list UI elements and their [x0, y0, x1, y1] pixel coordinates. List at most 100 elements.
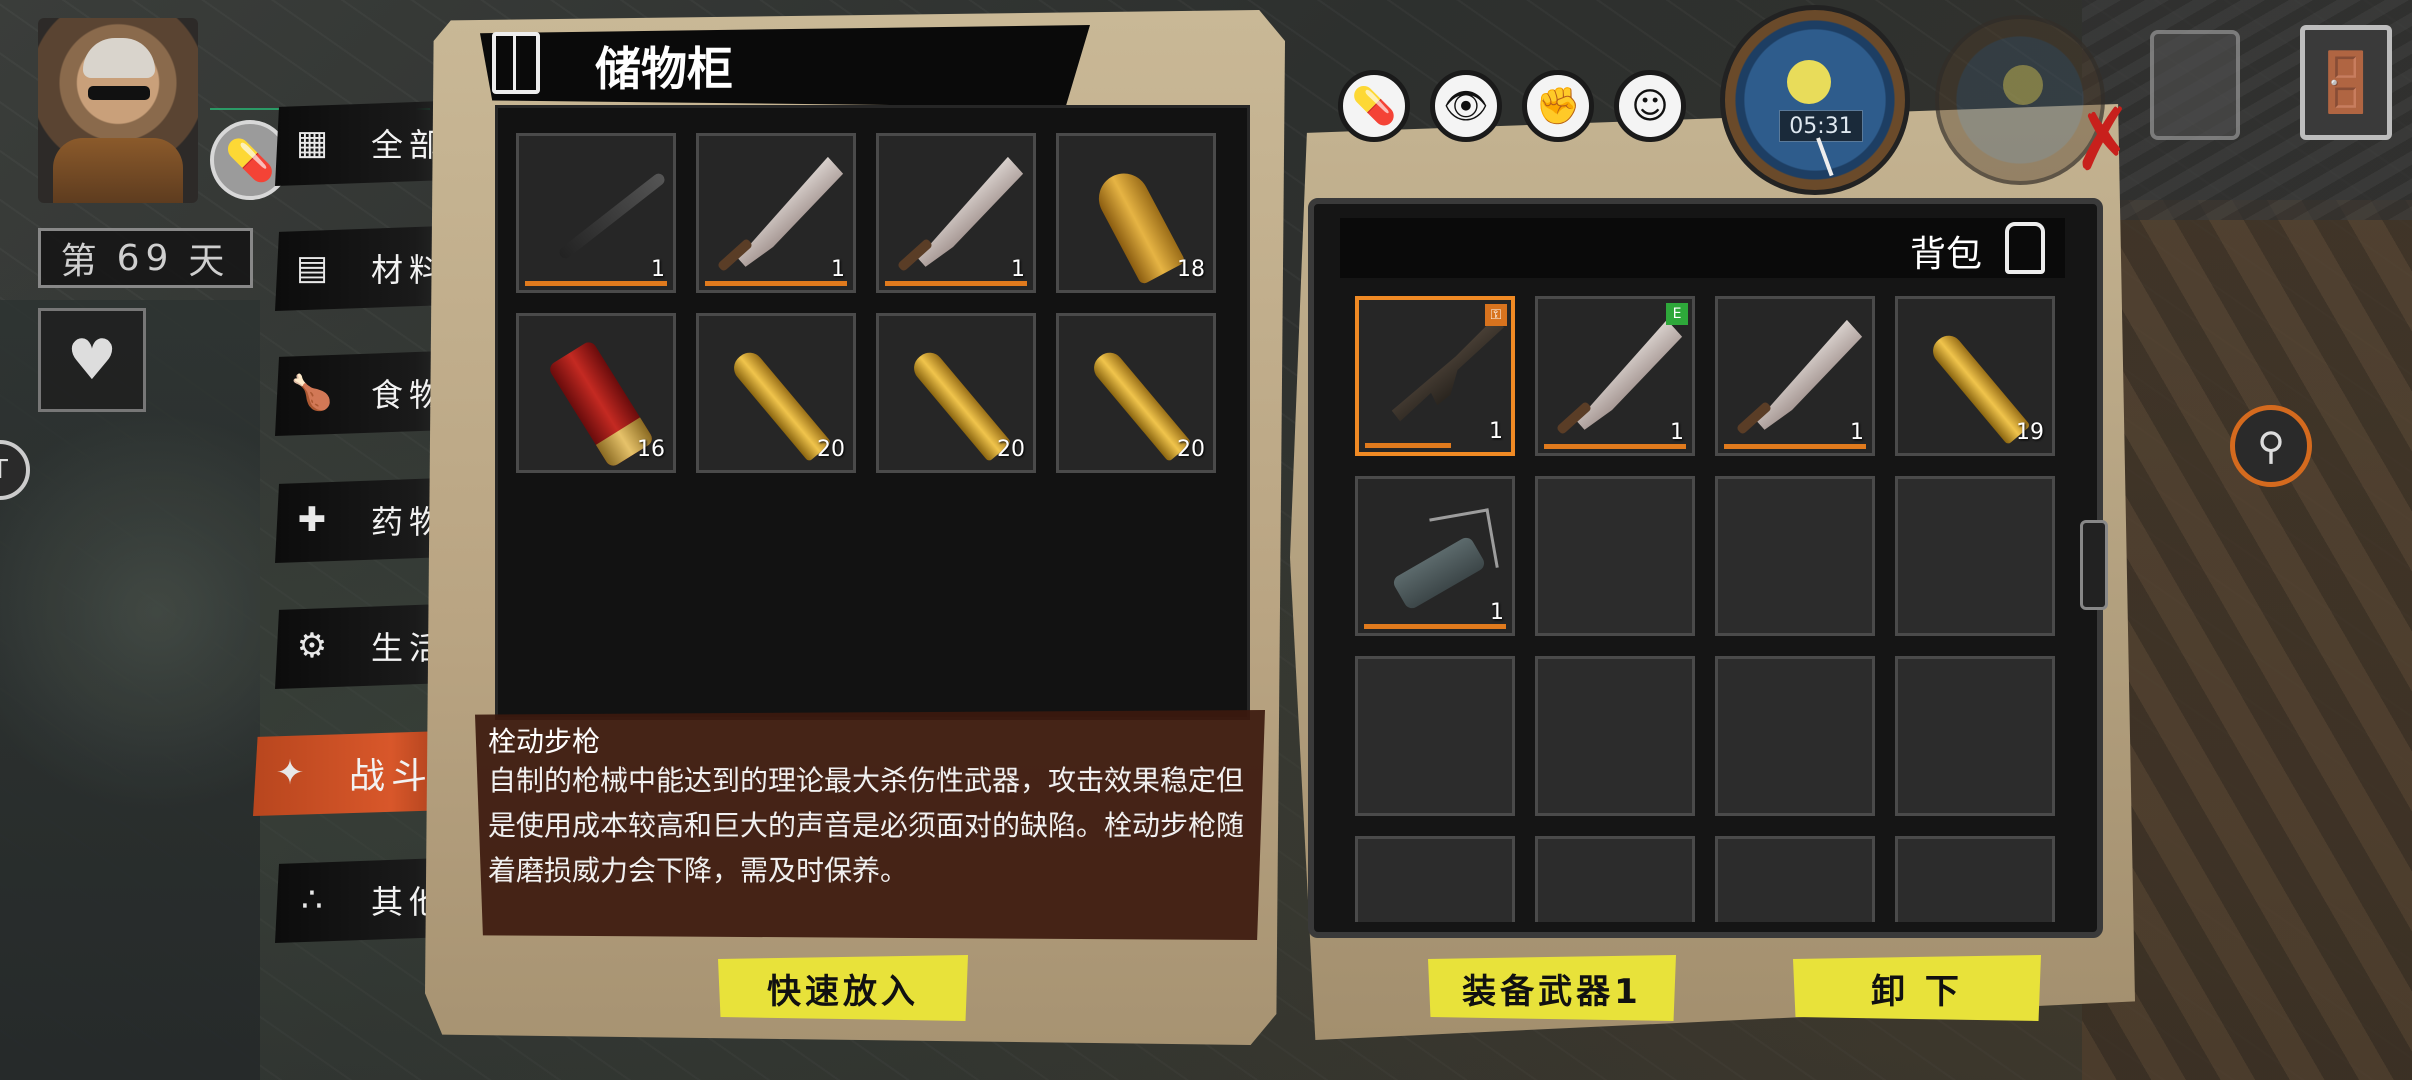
portrait-coat	[53, 138, 183, 203]
item-count: 1	[1489, 419, 1503, 444]
pill-status-icon[interactable]: 💊	[1338, 70, 1410, 142]
fist-status-icon[interactable]: ✊	[1522, 70, 1594, 142]
status-icons: 💊 👁 ✊ ☺	[1338, 70, 1686, 142]
exit-door-icon[interactable]: 🚪	[2300, 25, 2392, 140]
equip-weapon-button[interactable]: 装备武器1	[1428, 955, 1676, 1021]
item-count: 1	[1850, 420, 1864, 445]
durability-bar	[1365, 443, 1451, 448]
storage-slot-machete[interactable]: 1	[696, 133, 856, 293]
item-description-text: 自制的枪械中能达到的理论最大杀伤性武器，攻击效果稳定但是使用成本较高和巨大的声音…	[488, 764, 1245, 887]
rifle-round-icon	[895, 332, 1017, 463]
backpack-slot-empty[interactable]	[1355, 836, 1515, 922]
sun-icon	[2003, 65, 2043, 105]
day-prefix: 第	[60, 241, 103, 282]
backpack-slot-empty[interactable]	[1535, 836, 1695, 922]
item-count: 20	[1177, 437, 1205, 462]
heart-icon[interactable]: ♥	[38, 308, 146, 412]
machete-icon	[1554, 315, 1676, 437]
durability-bar	[1724, 444, 1866, 449]
durability-bar	[705, 281, 847, 286]
backpack-slot-rifle-round[interactable]: 19	[1895, 296, 2055, 456]
backpack-slot-empty[interactable]	[1355, 656, 1515, 816]
backpack-slot-bolt-action-rifle[interactable]: ⚿ 1	[1355, 296, 1515, 456]
quick-store-label: 快速放入	[767, 971, 919, 1012]
life-icon: ⚙	[296, 626, 334, 666]
durability-bar	[525, 281, 667, 286]
tab-label: 战斗	[349, 756, 434, 797]
item-count: 18	[1177, 257, 1205, 282]
backpack-slot-empty[interactable]	[1535, 656, 1695, 816]
left-background	[0, 300, 260, 1080]
backpack-slot-empty[interactable]	[1895, 656, 2055, 816]
item-count: 1	[1011, 257, 1025, 282]
item-count: 1	[831, 257, 845, 282]
baseball-bat-icon	[535, 152, 667, 274]
backpack-slot-empty[interactable]	[1715, 836, 1875, 922]
materials-icon: ▤	[295, 248, 335, 288]
close-icon[interactable]: ✗	[2064, 89, 2143, 190]
backpack-slot-empty[interactable]	[1895, 476, 2055, 636]
item-description-title: 栓动步枪	[488, 725, 601, 758]
backpack-grid: ⚿ 1 E 1 1 19 1	[1335, 290, 2070, 922]
lockpick-icon	[1374, 495, 1499, 617]
equip-weapon-label: 装备武器1	[1462, 971, 1642, 1012]
item-count: 20	[997, 437, 1025, 462]
grid-icon: ▦	[295, 123, 335, 163]
storage-slot-shotgun-shell[interactable]: 16	[516, 313, 676, 473]
unequip-label: 卸 下	[1871, 971, 1963, 1012]
machete-icon	[895, 152, 1017, 274]
pistol-icon: ✦	[275, 753, 311, 793]
backpack-slot-lockpick[interactable]: 1	[1355, 476, 1515, 636]
storage-slot-pistol-bullet[interactable]: 18	[1056, 133, 1216, 293]
item-count: 1	[651, 257, 665, 282]
shotgun-shell-icon	[535, 332, 657, 469]
durability-bar	[885, 281, 1027, 286]
storage-slot-baseball-bat[interactable]: 1	[516, 133, 676, 293]
storage-slot-rifle-round[interactable]: 20	[1056, 313, 1216, 473]
day-number: 69	[116, 237, 175, 279]
mood-status-icon[interactable]: ☺	[1614, 70, 1686, 142]
storage-slot-machete[interactable]: 1	[876, 133, 1036, 293]
item-count: 1	[1490, 600, 1504, 625]
water-tap-icon[interactable]: ⚲	[2230, 405, 2312, 487]
food-icon: 🍗	[290, 373, 340, 413]
item-count: 19	[2016, 420, 2044, 445]
character-portrait[interactable]	[38, 18, 198, 203]
medicine-icon: ✚	[297, 500, 333, 540]
backpack-scroll-handle[interactable]	[2080, 520, 2108, 610]
rifle-icon	[1375, 316, 1495, 436]
backpack-slot-machete[interactable]: 1	[1715, 296, 1875, 456]
backpack-slot-empty[interactable]	[1715, 656, 1875, 816]
portrait-glasses	[88, 86, 150, 100]
eye-status-icon[interactable]: 👁	[1430, 70, 1502, 142]
machete-icon	[715, 152, 837, 274]
cabinet-icon	[492, 32, 540, 94]
backpack-slot-empty[interactable]	[1535, 476, 1695, 636]
quick-store-button[interactable]: 快速放入	[718, 955, 968, 1021]
equipped-badge: E	[1666, 303, 1688, 325]
clock-hand	[1816, 137, 1834, 177]
storage-title: 储物柜	[480, 25, 1090, 107]
item-count: 20	[817, 437, 845, 462]
storage-slot-rifle-round[interactable]: 20	[696, 313, 856, 473]
unequip-button[interactable]: 卸 下	[1793, 955, 2041, 1021]
day-clock: 05:31	[1720, 5, 1910, 195]
item-count: 1	[1670, 420, 1684, 445]
rifle-round-icon	[1914, 315, 2036, 446]
machete-icon	[1734, 315, 1856, 437]
day-suffix: 天	[188, 241, 231, 282]
backpack-slot-empty[interactable]	[1715, 476, 1875, 636]
durability-bar	[1364, 624, 1506, 629]
item-count: 16	[637, 437, 665, 462]
rifle-round-icon	[1075, 332, 1197, 463]
rifle-round-icon	[715, 332, 837, 463]
day-counter: 第 69 天	[38, 228, 253, 288]
backpack-slot-machete[interactable]: E 1	[1535, 296, 1695, 456]
bullet-icon	[1075, 152, 1197, 286]
clock-time: 05:31	[1779, 110, 1863, 142]
backpack-icon	[2005, 222, 2045, 274]
storage-title-text: 储物柜	[595, 42, 733, 96]
backpack-slot-empty[interactable]	[1895, 836, 2055, 922]
storage-slot-rifle-round[interactable]: 20	[876, 313, 1036, 473]
storage-box-icon[interactable]	[2150, 30, 2240, 140]
